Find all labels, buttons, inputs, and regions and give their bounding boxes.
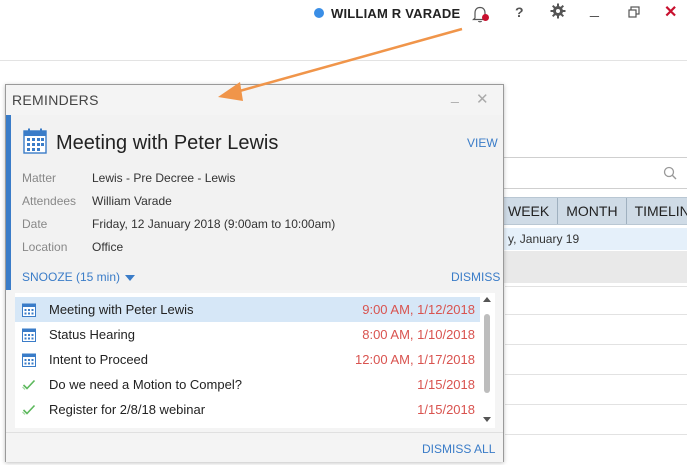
search-icon [663, 166, 677, 180]
reminder-item-title: Status Hearing [49, 327, 135, 342]
tab-month[interactable]: MONTH [557, 198, 625, 224]
chevron-down-icon [125, 274, 136, 281]
restore-icon[interactable] [628, 5, 640, 18]
reminder-item-time: 9:00 AM, 1/12/2018 [362, 302, 475, 317]
calendar-search-input[interactable] [500, 157, 687, 189]
reminder-item-time: 1/15/2018 [417, 377, 475, 392]
reminder-detail: Meeting with Peter Lewis VIEW Matter Lew… [6, 115, 503, 290]
dismiss-all-button[interactable]: DISMISS ALL [422, 442, 495, 456]
calendar-gridline [505, 404, 687, 405]
reminder-item-time: 1/15/2018 [417, 402, 475, 417]
list-item[interactable]: Do we need a Motion to Compel? 1/15/2018 [15, 372, 480, 397]
date-label: Date [22, 217, 48, 231]
header-divider [0, 60, 687, 61]
reminder-item-title: Register for 2/8/18 webinar [49, 402, 206, 417]
close-icon[interactable]: ✕ [664, 2, 677, 22]
task-check-icon [22, 377, 36, 392]
reminders-footer: DISMISS ALL [6, 432, 503, 462]
reminders-scrollbar[interactable] [482, 297, 492, 427]
reminder-title: Meeting with Peter Lewis [56, 132, 279, 154]
panel-minimize-icon[interactable]: _ [451, 87, 459, 103]
date-value: Friday, 12 January 2018 (9:00am to 10:00… [92, 217, 336, 231]
reminder-item-time: 8:00 AM, 1/10/2018 [362, 327, 475, 342]
calendar-gridline [505, 344, 687, 345]
app-window: WILLIAM R VARADE ? _ ✕ WEEK MONTH TIMELI… [0, 0, 687, 465]
reminders-title: REMINDERS [12, 92, 99, 108]
dismiss-button[interactable]: DISMISS [451, 270, 500, 284]
snooze-dropdown[interactable]: SNOOZE (15 min) [22, 270, 136, 284]
reminder-item-title: Meeting with Peter Lewis [49, 302, 194, 317]
reminder-item-title: Intent to Proceed [49, 352, 149, 367]
title-bar: WILLIAM R VARADE ? _ ✕ [0, 0, 687, 28]
calendar-icon [22, 352, 36, 367]
calendar-gridline [505, 434, 687, 435]
matter-value: Lewis - Pre Decree - Lewis [92, 171, 236, 185]
list-item[interactable]: Register for 2/8/18 webinar 1/15/2018 [15, 397, 480, 422]
list-item[interactable]: Meeting with Peter Lewis 9:00 AM, 1/12/2… [15, 297, 480, 322]
list-item[interactable]: Intent to Proceed 12:00 AM, 1/17/2018 [15, 347, 480, 372]
help-icon[interactable]: ? [515, 4, 524, 20]
location-label: Location [22, 240, 68, 254]
calendar-all-day-row [500, 251, 687, 283]
calendar-gridline [505, 314, 687, 315]
minimize-icon[interactable]: _ [590, 1, 599, 19]
gear-icon[interactable] [550, 3, 566, 19]
calendar-date-header: y, January 19 [500, 228, 687, 250]
reminder-item-title: Do we need a Motion to Compel? [49, 377, 242, 392]
tab-week[interactable]: WEEK [500, 198, 557, 224]
panel-close-icon[interactable]: ✕ [476, 90, 489, 108]
tab-timeline[interactable]: TIMELINE [625, 198, 687, 224]
reminders-list: Meeting with Peter Lewis 9:00 AM, 1/12/2… [15, 293, 495, 428]
reminder-item-time: 12:00 AM, 1/17/2018 [355, 352, 475, 367]
presence-status-icon [314, 8, 324, 18]
snooze-label: SNOOZE (15 min) [22, 270, 121, 284]
view-link[interactable]: VIEW [467, 136, 498, 150]
scroll-up-icon[interactable] [483, 297, 491, 302]
matter-label: Matter [22, 171, 57, 185]
reminders-panel: REMINDERS _ ✕ Meeting with Peter Lewis V… [5, 84, 504, 462]
user-name[interactable]: WILLIAM R VARADE [331, 6, 460, 21]
scrollbar-thumb[interactable] [484, 314, 490, 393]
notification-badge [482, 14, 489, 21]
scroll-down-icon[interactable] [483, 417, 491, 422]
calendar-icon [22, 302, 36, 317]
calendar-icon [22, 327, 36, 342]
location-value: Office [92, 240, 124, 254]
calendar-icon [23, 128, 47, 154]
attendees-label: Attendees [22, 194, 77, 208]
task-check-icon [22, 402, 36, 417]
calendar-gridline [505, 286, 687, 287]
attendees-value: William Varade [92, 194, 172, 208]
reminders-header: REMINDERS _ ✕ [6, 85, 503, 115]
calendar-gridline [505, 374, 687, 375]
calendar-view-tabs: WEEK MONTH TIMELINE [500, 197, 687, 225]
list-item[interactable]: Status Hearing 8:00 AM, 1/10/2018 [15, 322, 480, 347]
